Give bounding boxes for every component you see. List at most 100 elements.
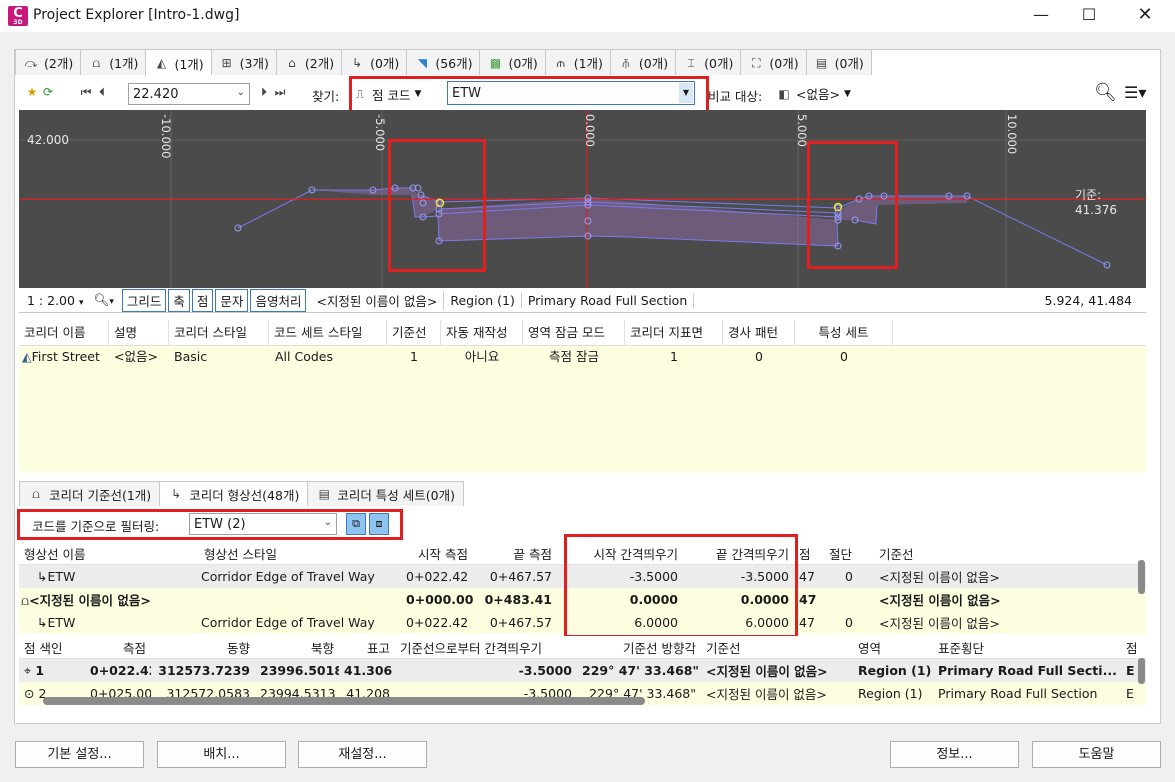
column-header[interactable]: 기준선으로부터 간격띄우기 <box>395 638 577 657</box>
refresh-icon[interactable]: ⟳ <box>40 85 56 99</box>
column-header[interactable]: 끝 측점 <box>473 544 557 563</box>
tab-surfaces[interactable]: ⌂ (2개) <box>275 49 342 75</box>
tab-corridors[interactable]: ◭ (1개) <box>145 49 211 76</box>
offset-cell: -3.5000 <box>518 663 572 678</box>
column-header[interactable]: 영역 <box>853 638 933 657</box>
column-header[interactable]: 시작 간격띄우기 <box>557 544 683 563</box>
preferences-button[interactable]: 기본 설정... <box>15 741 144 768</box>
tab-data-shortcuts[interactable]: ▤ (0개) <box>805 49 872 75</box>
next-station-icon[interactable]: ⏵ <box>256 85 272 99</box>
tab-pressure-networks[interactable]: ⫚ (0개) <box>609 49 676 75</box>
column-header[interactable]: 시작 측점 <box>401 544 473 563</box>
column-header[interactable]: 자동 재작성 <box>441 320 523 345</box>
last-station-icon[interactable]: ⏭ <box>272 85 288 99</box>
toggle-text[interactable]: 문자 <box>215 288 249 312</box>
tab-sites[interactable]: ⩍ (1개) <box>80 49 146 75</box>
layout-button[interactable]: 배치... <box>157 741 286 768</box>
toggle-shading[interactable]: 음영처리 <box>250 288 307 312</box>
about-button[interactable]: 정보... <box>890 741 1019 768</box>
column-header[interactable]: 영역 잠금 모드 <box>523 320 625 345</box>
help-button[interactable]: 도움말 <box>1032 741 1161 768</box>
column-header[interactable]: 형상선 스타일 <box>199 544 401 563</box>
start-offset-cell: 6.0000 <box>634 615 678 630</box>
station-combo[interactable]: 22.420 ⌄ <box>128 83 250 105</box>
column-header[interactable]: 표고 <box>339 638 395 657</box>
column-header[interactable]: 코드 세트 스타일 <box>269 320 387 345</box>
tab-corridor-baselines[interactable]: ⩍ 코리더 기준선(1개) <box>19 481 160 506</box>
column-header[interactable]: 표준횡단 <box>933 638 1121 657</box>
tab-points[interactable]: ◥ (56개) <box>406 49 480 75</box>
vertical-scrollbar-thumb[interactable] <box>1138 658 1145 684</box>
filter-code-combo[interactable]: ETW (2) ⌄ <box>189 513 337 535</box>
point-count-cell: 47 <box>799 592 817 607</box>
tab-alignments[interactable]: ⤼ (2개) <box>15 49 81 75</box>
dropdown-button[interactable]: ▼ <box>679 83 693 103</box>
tab-feature-lines[interactable]: ↳ (0개) <box>341 49 407 75</box>
column-header[interactable]: 측점 <box>85 638 151 657</box>
table-row[interactable]: ⌖ 1 0+022.42 312573.7239 23996.5018 41.3… <box>19 659 1146 682</box>
find-type-dropdown[interactable]: ⎍ 점 코드 ▼ <box>352 84 446 104</box>
toggle-grid[interactable]: 그리드 <box>121 288 167 312</box>
table-row[interactable]: ⩍<지정된 이름이 없음> 0+000.00 0+483.41 0.0000 0… <box>19 588 1146 611</box>
canvas-status-bar: 1 : 2.00 ▾ 🔍︎▾ 그리드 축 점 문자 음영처리 <지정된 이름이 … <box>19 288 1146 313</box>
feature-grid-header: 형상선 이름 형상선 스타일 시작 측점 끝 측점 시작 간격띄우기 끝 간격띄… <box>19 542 1146 565</box>
tab-intersections[interactable]: ⛶ (0개) <box>740 49 806 75</box>
tab-corridor-property-sets[interactable]: ▤ 코리더 특성 세트(0개) <box>307 481 464 506</box>
horizontal-scrollbar-thumb[interactable] <box>43 697 645 705</box>
section-view-canvas[interactable]: 42.000 기준: 41.376 -10.000 -5.000 0.000 5… <box>19 110 1146 288</box>
tab-assemblies[interactable]: ⊞ (3개) <box>210 49 276 75</box>
toggle-points[interactable]: 점 <box>191 288 214 312</box>
auto-rebuild-cell: 아니요 <box>464 349 500 364</box>
zoom-search-icon[interactable]: 🔍︎ <box>1094 82 1117 103</box>
tab-sample-lines[interactable]: ⌶ (0개) <box>675 49 741 75</box>
feature-line-grid: 형상선 이름 형상선 스타일 시작 측점 끝 측점 시작 간격띄우기 끝 간격띄… <box>19 542 1146 634</box>
maximize-button[interactable]: ☐ <box>1066 0 1112 32</box>
table-row[interactable]: ↳ETW Corridor Edge of Travel Way 0+022.4… <box>19 565 1146 588</box>
column-header[interactable]: 북향 <box>255 638 339 657</box>
column-header[interactable]: 기준선 <box>387 320 441 345</box>
x-tick-label: -10.000 <box>159 114 173 159</box>
minimize-button[interactable]: — <box>1018 0 1064 32</box>
close-button[interactable]: ✕ <box>1122 0 1168 32</box>
tab-corridor-feature-lines[interactable]: ↳ 코리더 형상선(48개) <box>159 481 308 506</box>
elevation-cell: 41.306 <box>344 663 393 678</box>
toggle-axes[interactable]: 축 <box>168 288 190 312</box>
column-header[interactable]: 동향 <box>151 638 255 657</box>
tab-parcels[interactable]: ▩ (0개) <box>479 49 545 75</box>
column-header[interactable]: 점 색인 <box>19 638 85 657</box>
corridor-grid: 코리더 이름 설명 코리더 스타일 코드 세트 스타일 기준선 자동 재작성 영… <box>19 320 1146 472</box>
column-header[interactable]: 특성 세트 <box>795 320 893 345</box>
vertical-scrollbar-thumb[interactable] <box>1138 560 1145 594</box>
column-header[interactable]: 기준선 <box>874 544 1134 563</box>
first-station-icon[interactable]: ⏮ <box>78 85 94 99</box>
column-header[interactable]: 기준선 <box>701 638 853 657</box>
column-header[interactable]: 경사 패턴 <box>723 320 795 345</box>
find-value-combo[interactable]: ETW ▼ <box>447 81 695 105</box>
column-header[interactable]: 설명 <box>109 320 169 345</box>
column-header[interactable]: 기준선 방향각 <box>577 638 701 657</box>
compare-dropdown[interactable]: ◧ <없음> ▼ <box>776 84 851 103</box>
column-header[interactable]: 코리더 스타일 <box>169 320 269 345</box>
x-tick-label: 5.000 <box>795 114 809 147</box>
scale-dropdown[interactable]: 1 : 2.00 ▾ <box>27 293 83 308</box>
column-header[interactable]: 형상선 이름 <box>19 544 199 563</box>
sample-line-icon: ⌶ <box>687 55 695 70</box>
column-header[interactable]: 점 <box>1121 638 1141 657</box>
table-row[interactable]: ↳ETW Corridor Edge of Travel Way 0+022.4… <box>19 611 1146 634</box>
column-header[interactable]: 코리더 지표면 <box>625 320 723 345</box>
feature-style-cell: Corridor Edge of Travel Way <box>201 569 375 584</box>
view-layout-icon[interactable]: ☰▾ <box>1124 83 1150 103</box>
tab-pipe-networks[interactable]: ⫙ (1개) <box>544 49 610 75</box>
favorite-icon[interactable]: ★ <box>24 85 40 99</box>
column-header[interactable]: 절단 <box>824 544 874 563</box>
table-row[interactable]: ◭First Street <없음> Basic All Codes 1 아니요… <box>19 346 1146 368</box>
column-header[interactable]: 끝 간격띄우기 <box>683 544 794 563</box>
previous-station-icon[interactable]: ⏴ <box>94 85 110 99</box>
column-header[interactable]: 점 <box>794 544 824 563</box>
reset-button[interactable]: 재설정... <box>298 741 427 768</box>
style-cell: Basic <box>174 349 208 364</box>
zoom-to-icon[interactable]: ⧈ <box>369 513 389 535</box>
zoom-menu-icon[interactable]: 🔍︎▾ <box>93 292 113 308</box>
select-in-drawing-icon[interactable]: ⧉ <box>346 513 366 535</box>
column-header[interactable]: 코리더 이름 <box>19 320 109 345</box>
